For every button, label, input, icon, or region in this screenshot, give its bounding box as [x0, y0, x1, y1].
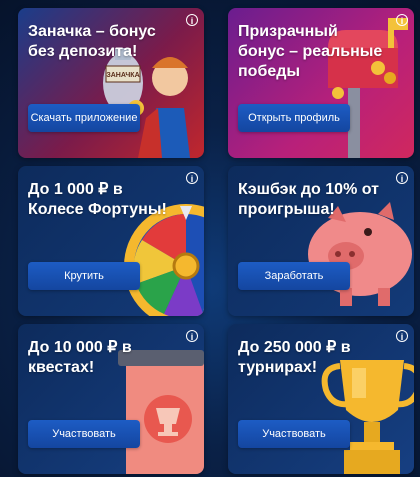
- promotions-grid: Заначка – бонус без депозита! i ЗАНАЧКА …: [0, 0, 420, 477]
- download-app-button[interactable]: Скачать приложение: [28, 104, 140, 132]
- promo-card-tournaments[interactable]: До 250 000 ₽ в турнирах! i Участвовать: [228, 324, 414, 474]
- promo-title: До 10 000 ₽ в квестах!: [28, 339, 132, 376]
- earn-button[interactable]: Заработать: [238, 262, 350, 290]
- info-icon[interactable]: i: [396, 330, 408, 342]
- promo-title: Заначка – бонус без депозита!: [28, 23, 156, 60]
- open-profile-button[interactable]: Открыть профиль: [238, 104, 350, 132]
- promo-card-cashback[interactable]: Кэшбэк до 10% от проигрыша! i Заработать: [228, 166, 414, 316]
- promo-title: До 1 000 ₽ в Колесе Фортуны!: [28, 181, 167, 218]
- info-icon[interactable]: i: [396, 14, 408, 26]
- participate-quests-button[interactable]: Участвовать: [28, 420, 140, 448]
- promo-card-wheel-of-fortune[interactable]: До 1 000 ₽ в Колесе Фортуны! i Крутить: [18, 166, 204, 316]
- info-icon[interactable]: i: [186, 172, 198, 184]
- info-icon[interactable]: i: [186, 330, 198, 342]
- promo-card-zanachka[interactable]: Заначка – бонус без депозита! i ЗАНАЧКА …: [18, 8, 204, 158]
- promo-title: Кэшбэк до 10% от проигрыша!: [238, 181, 379, 218]
- promo-title: Призрачный бонус – реальные победы: [238, 23, 383, 80]
- promo-card-ghost-bonus[interactable]: Призрачный бонус – реальные победы i Отк…: [228, 8, 414, 158]
- info-icon[interactable]: i: [396, 172, 408, 184]
- promo-title: До 250 000 ₽ в турнирах!: [238, 339, 351, 376]
- jar-label: ЗАНАЧКА: [106, 72, 139, 79]
- info-icon[interactable]: i: [186, 14, 198, 26]
- spin-button[interactable]: Крутить: [28, 262, 140, 290]
- promo-card-quests[interactable]: До 10 000 ₽ в квестах! i Участвовать: [18, 324, 204, 474]
- participate-tournaments-button[interactable]: Участвовать: [238, 420, 350, 448]
